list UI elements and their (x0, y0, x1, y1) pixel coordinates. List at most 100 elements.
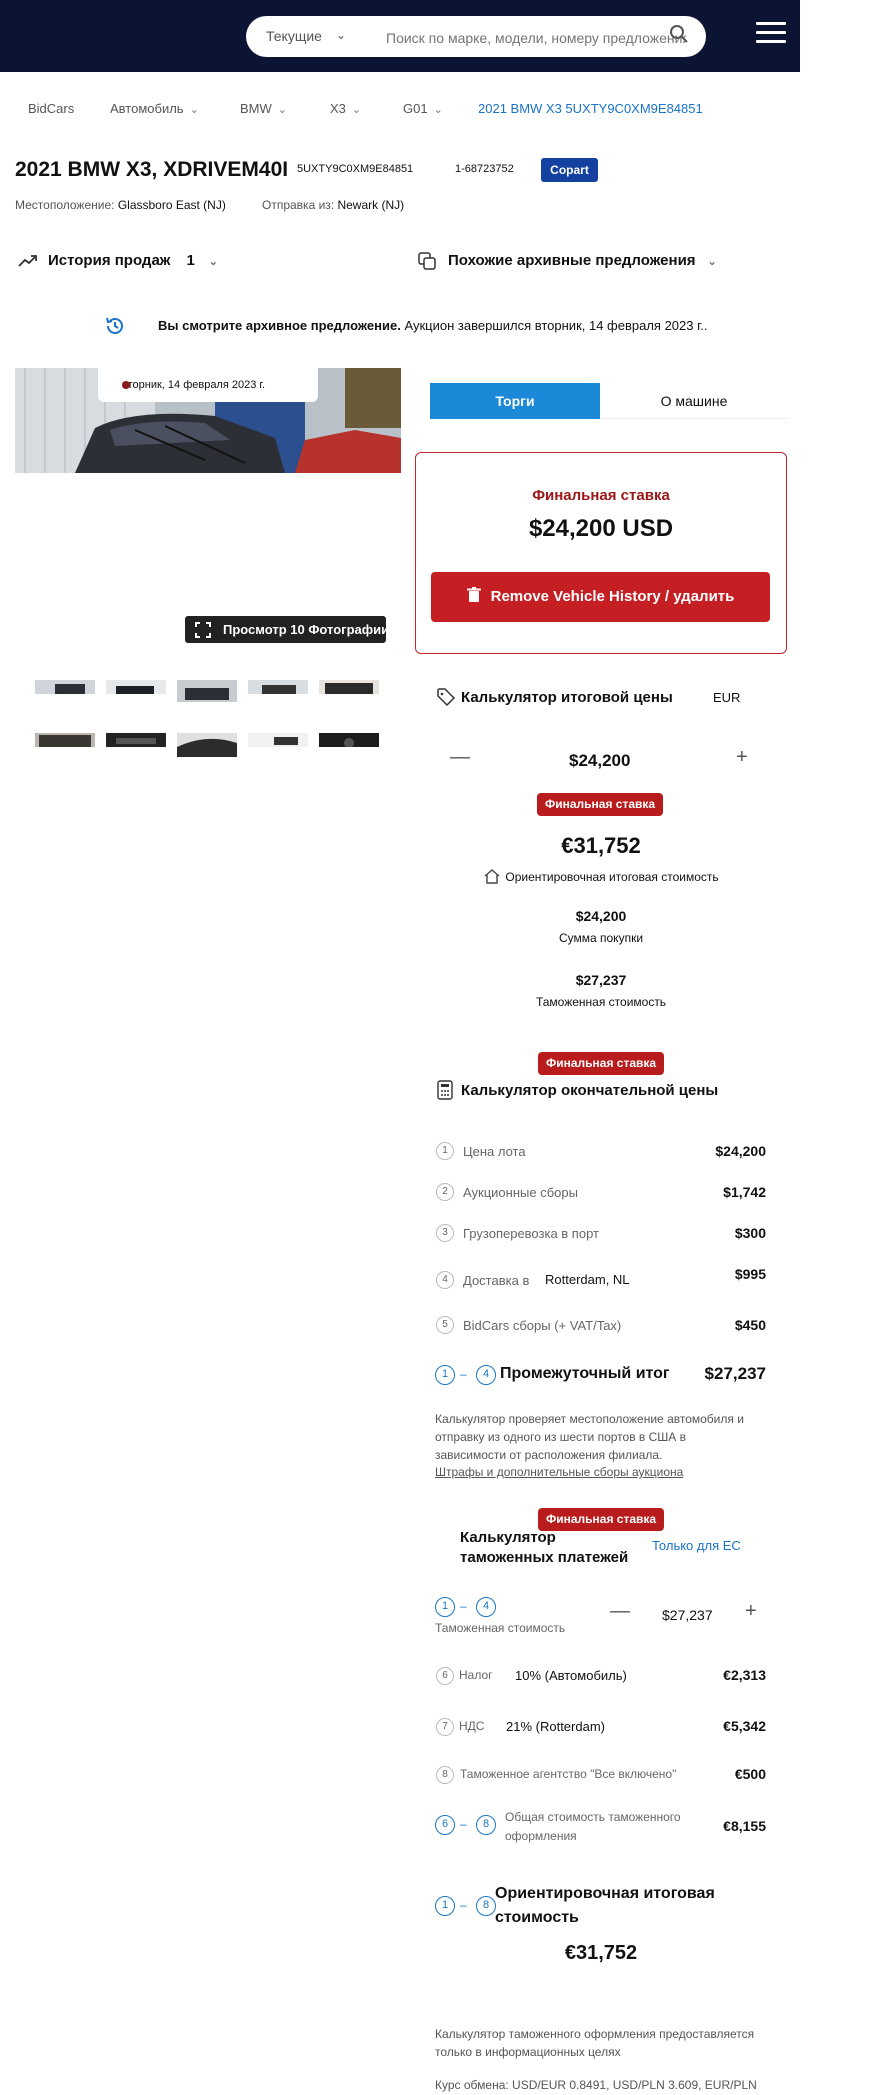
row-label: Цена лота (463, 1144, 526, 1159)
customs-calc-title: Калькулятор таможенных платежей (460, 1529, 629, 1566)
row-index: 6 (436, 1667, 454, 1685)
sales-history-toggle[interactable]: История продаж 1 ⌄ (18, 252, 218, 269)
final-calc-title: Калькулятор окончательной цены (461, 1082, 719, 1099)
exchange-rates: Курс обмена: USD/EUR 0.8491, USD/PLN 3.6… (435, 2078, 757, 2092)
final-estimate-value: €31,752 (564, 1942, 638, 1964)
range-start-index: 6 (435, 1815, 455, 1835)
row-index: 5 (436, 1316, 454, 1334)
row-value: €2,313 (723, 1667, 766, 1683)
final-estimate-label: Ориентировочная итоговая стоимость (495, 1885, 715, 1926)
chevron-down-icon[interactable]: ⌄ (336, 28, 346, 42)
calc-note: Калькулятор проверяет местоположение авт… (435, 1412, 744, 1462)
row-label: Доставка в (463, 1273, 530, 1288)
photo-thumbnail[interactable] (106, 680, 166, 694)
breadcrumb-current[interactable]: 2021 BMW X3 5UXTY9C0XM9E84851 (478, 101, 703, 116)
search-input[interactable] (386, 29, 686, 47)
currency-select[interactable]: EUR (713, 690, 740, 705)
range-end-index: 4 (476, 1365, 496, 1385)
remove-history-button[interactable]: Remove Vehicle History / удалить (431, 572, 770, 622)
chevron-down-icon: ⌄ (433, 104, 443, 116)
range-dash: – (460, 1367, 467, 1381)
increase-customs-button[interactable]: + (745, 1600, 757, 1623)
home-icon (484, 869, 500, 884)
search-icon[interactable] (668, 23, 690, 45)
row-label: Грузоперевозка в порт (463, 1226, 599, 1241)
destination-port-select[interactable]: Rotterdam, NL (545, 1272, 630, 1287)
final-bid-amount: $24,200 USD (528, 515, 674, 542)
history-icon (106, 317, 123, 334)
photo-thumbnail[interactable] (248, 733, 308, 747)
breadcrumb-item-auto[interactable]: Автомобиль ⌄ (110, 101, 199, 116)
row-label: НДС (459, 1719, 485, 1733)
customs-disclaimer: Калькулятор таможенного оформления предо… (435, 2027, 755, 2059)
tag-icon (437, 688, 455, 706)
subtotal-value: $27,237 (704, 1364, 766, 1383)
customs-value: $27,237 (662, 1607, 713, 1623)
customs-value: $27,237 (575, 972, 627, 988)
tab-bidding[interactable]: Торги (430, 383, 600, 419)
vat-rate-select[interactable]: 21% (Rotterdam) (506, 1719, 605, 1734)
chevron-down-icon: ⌄ (189, 104, 199, 116)
fees-link[interactable]: Штрафы и дополнительные сборы аукциона (435, 1463, 683, 1481)
total-calc-title: Калькулятор итоговой цены (461, 689, 673, 706)
range-start-index: 1 (435, 1896, 455, 1916)
breadcrumb-item-bidcars[interactable]: BidCars (28, 101, 74, 116)
similar-offers-toggle[interactable]: Похожие архивные предложения ⌄ (418, 252, 717, 270)
trend-icon (18, 255, 37, 267)
photo-thumbnail[interactable] (319, 680, 379, 694)
customs-total-value: €8,155 (723, 1818, 766, 1834)
range-dash: – (460, 1817, 467, 1831)
subtotal-label: Промежуточный итог (500, 1365, 670, 1382)
chevron-down-icon: ⌄ (351, 104, 362, 116)
row-value: $450 (734, 1317, 766, 1333)
breadcrumb-item-model[interactable]: X3 ⌄ (330, 101, 361, 116)
purchase-label: Сумма покупки (558, 931, 644, 945)
row-index: 4 (436, 1271, 454, 1289)
photo-thumbnail[interactable] (35, 680, 95, 694)
final-bid-badge: Финальная ставка (538, 1052, 665, 1075)
customs-label: Таможенная стоимость (535, 995, 667, 1009)
copy-icon (418, 252, 436, 270)
lot-number: 1-68723752 (455, 163, 514, 175)
final-bid-badge: Финальная ставка (537, 793, 664, 816)
row-value: $995 (734, 1266, 766, 1282)
status-filter-select[interactable]: Текущие (266, 28, 322, 44)
row-value: $300 (734, 1225, 766, 1241)
range-end-index: 8 (476, 1896, 496, 1916)
estimated-total: €31,752 (561, 833, 641, 858)
photo-thumbnail[interactable] (106, 733, 166, 747)
decrease-customs-button[interactable]: — (610, 1600, 630, 1623)
photo-thumbnail[interactable] (177, 680, 237, 702)
range-dash: – (460, 1898, 467, 1912)
photo-thumbnail[interactable] (177, 733, 237, 757)
range-end-index: 4 (476, 1597, 496, 1617)
eu-only-toggle[interactable]: Только для ЕС (652, 1538, 741, 1553)
breadcrumb-item-make[interactable]: BMW ⌄ (240, 101, 287, 116)
archive-notice: Вы смотрите архивное предложение. Аукцио… (158, 318, 708, 333)
estimated-total-label: Ориентировочная итоговая стоимость (415, 868, 787, 884)
range-dash: – (460, 1599, 467, 1613)
tab-about-car[interactable]: О машине (600, 383, 788, 419)
menu-icon[interactable] (756, 22, 786, 46)
range-start-index: 1 (435, 1597, 455, 1617)
photo-date-label: вторник, 14 февраля 2023 г. (98, 368, 318, 402)
photo-thumbnail[interactable] (35, 733, 95, 747)
view-photos-button[interactable]: Просмотр 10 Фотографии (185, 616, 389, 643)
decrease-bid-button[interactable]: — (450, 746, 470, 769)
row-index: 1 (436, 1142, 454, 1160)
final-bid-panel (415, 452, 787, 654)
row-index: 2 (436, 1183, 454, 1201)
status-dot-icon (122, 381, 130, 389)
chevron-down-icon: ⌄ (707, 256, 717, 268)
location-info: Местоположение: Glassboro East (NJ) (15, 198, 226, 212)
chevron-down-icon: ⌄ (277, 104, 287, 116)
row-value: €5,342 (723, 1718, 766, 1734)
increase-bid-button[interactable]: + (736, 746, 748, 769)
row-index: 7 (436, 1718, 454, 1736)
photo-thumbnail[interactable] (248, 680, 308, 694)
row-label: Налог (459, 1668, 493, 1682)
row-index: 8 (436, 1766, 454, 1784)
breadcrumb-item-generation[interactable]: G01 ⌄ (403, 101, 443, 116)
photo-thumbnail[interactable] (319, 733, 379, 747)
tax-rate-select[interactable]: 10% (Автомобиль) (515, 1668, 627, 1683)
